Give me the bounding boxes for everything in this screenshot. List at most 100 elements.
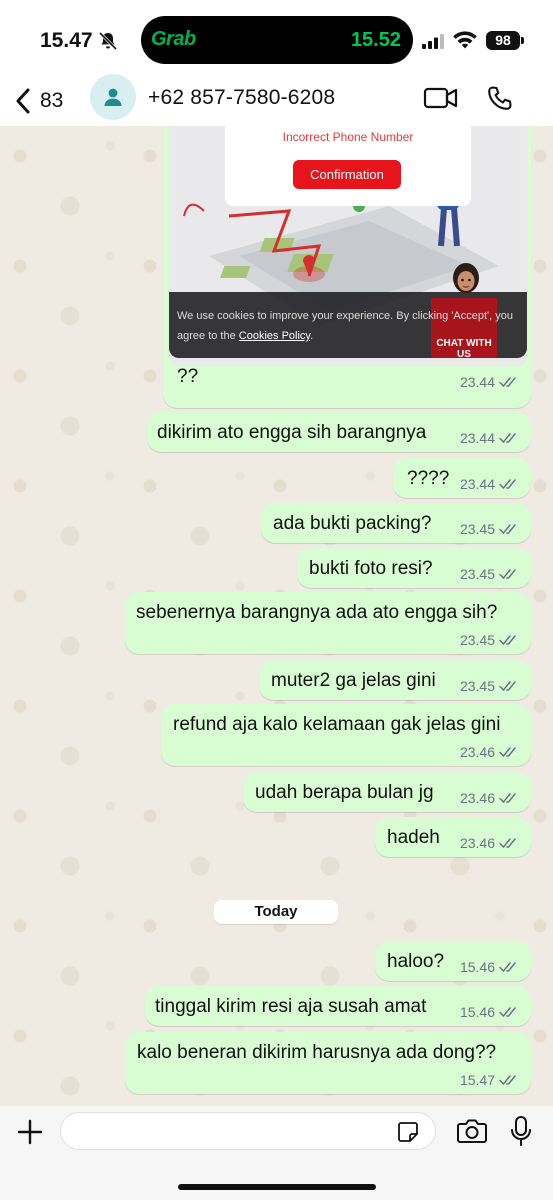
- message-text: muter2 ga jelas gini: [271, 670, 436, 691]
- double-check-icon: [499, 1075, 516, 1086]
- message-bubble[interactable]: ada bukti packing? 23.45: [261, 503, 531, 543]
- double-check-icon: [499, 1007, 516, 1018]
- message-time: 23.45: [459, 521, 495, 537]
- message-bubble[interactable]: muter2 ga jelas gini 23.45: [259, 660, 531, 700]
- chat-header: 83 +62 857-7580-6208: [0, 74, 553, 126]
- message-text: sebenernya barangnya ada ato engga sih?: [136, 602, 498, 623]
- image-message-bubble[interactable]: Incorrect Phone Number Confirmation CHAT…: [163, 126, 531, 408]
- message-meta: 23.45: [460, 566, 519, 582]
- message-bubble[interactable]: haloo? 15.46: [375, 941, 531, 981]
- message-meta: 23.45: [460, 521, 519, 537]
- message-text: dikirim ato engga sih barangnya: [157, 422, 427, 443]
- message-meta: 23.46: [460, 744, 519, 760]
- double-check-icon: [499, 524, 516, 535]
- phone-icon[interactable]: [486, 84, 514, 112]
- message-time: 23.46: [459, 835, 495, 851]
- message-bubble[interactable]: bukti foto resi? 23.45: [297, 548, 531, 588]
- cookie-text: We use cookies to improve your experienc…: [177, 306, 513, 346]
- screenshot-image[interactable]: Incorrect Phone Number Confirmation CHAT…: [169, 126, 527, 366]
- double-check-icon: [499, 681, 516, 692]
- message-meta: 23.46: [460, 835, 519, 851]
- message-bubble[interactable]: ???? 23.44: [393, 458, 531, 498]
- message-text: ????: [407, 468, 450, 489]
- message-meta: 15.47: [460, 1072, 519, 1088]
- message-meta: 15.46: [460, 1004, 519, 1020]
- message-time: 23.45: [459, 678, 495, 694]
- message-time: 15.47: [459, 1072, 495, 1088]
- error-modal: Incorrect Phone Number Confirmation: [225, 126, 471, 206]
- message-time: 23.46: [459, 744, 495, 760]
- double-check-icon: [499, 433, 516, 444]
- day-separator: Today: [214, 900, 338, 924]
- message-meta: 23.45: [460, 632, 519, 648]
- message-text: ??: [177, 366, 199, 387]
- cookie-banner: CHAT WITH US We use cookies to improve y…: [169, 263, 527, 360]
- message-time: 15.46: [459, 959, 495, 975]
- input-bar: [0, 1106, 553, 1200]
- double-check-icon: [499, 635, 516, 646]
- message-meta: 23.44: [460, 430, 519, 446]
- wifi-icon: [453, 31, 477, 49]
- message-meta: 23.45: [460, 678, 519, 694]
- message-time: 23.44: [459, 374, 495, 390]
- person-icon: [104, 88, 122, 106]
- cookie-text-end: .: [310, 330, 314, 342]
- message-text: refund aja kalo kelamaan gak jelas gini: [173, 714, 501, 735]
- message-bubble[interactable]: tinggal kirim resi aja susah amat 15.46: [145, 986, 531, 1026]
- mic-icon[interactable]: [509, 1115, 533, 1147]
- double-check-icon: [499, 479, 516, 490]
- message-text: hadeh: [387, 827, 440, 848]
- double-check-icon: [499, 962, 516, 973]
- back-button[interactable]: 83: [14, 84, 63, 118]
- status-time: 15.47: [40, 29, 93, 52]
- camera-icon[interactable]: [456, 1117, 488, 1145]
- home-indicator: [178, 1184, 376, 1190]
- chat-area[interactable]: Incorrect Phone Number Confirmation CHAT…: [0, 126, 553, 1106]
- message-bubble[interactable]: sebenernya barangnya ada ato engga sih? …: [125, 592, 531, 654]
- message-bubble[interactable]: kalo beneran dikirim harusnya ada dong??…: [125, 1032, 531, 1094]
- unread-count: 83: [40, 89, 64, 112]
- bell-slash-icon: [98, 31, 118, 51]
- battery-tip: [521, 37, 524, 44]
- message-text: tinggal kirim resi aja susah amat: [155, 996, 427, 1017]
- message-time: 15.46: [459, 1004, 495, 1020]
- confirmation-button: Confirmation: [293, 160, 401, 189]
- message-bubble[interactable]: hadeh 23.46: [375, 817, 531, 857]
- message-text: ada bukti packing?: [273, 513, 432, 534]
- status-bar: 15.47 Grab 15.52 98: [0, 0, 553, 80]
- message-time: 23.44: [459, 430, 495, 446]
- dynamic-island[interactable]: Grab 15.52: [141, 16, 413, 64]
- sticker-icon[interactable]: [396, 1120, 420, 1144]
- double-check-icon: [499, 747, 516, 758]
- video-icon[interactable]: [423, 85, 459, 111]
- message-bubble[interactable]: refund aja kalo kelamaan gak jelas gini …: [161, 704, 531, 766]
- message-meta: 23.44: [460, 374, 519, 390]
- message-text: kalo beneran dikirim harusnya ada dong??: [137, 1042, 497, 1063]
- contact-name[interactable]: +62 857-7580-6208: [148, 86, 335, 110]
- message-input[interactable]: [60, 1112, 436, 1150]
- message-text: udah berapa bulan jg: [255, 782, 434, 803]
- message-time: 23.45: [459, 632, 495, 648]
- message-text: haloo?: [387, 951, 445, 972]
- double-check-icon: [499, 793, 516, 804]
- battery-level: 98: [486, 31, 520, 50]
- double-check-icon: [499, 569, 516, 580]
- message-meta: 23.46: [460, 790, 519, 806]
- message-bubble[interactable]: udah berapa bulan jg 23.46: [243, 772, 531, 812]
- message-meta: 23.44: [460, 476, 519, 492]
- message-text: bukti foto resi?: [309, 558, 433, 579]
- cookie-text-body: We use cookies to improve your experienc…: [177, 310, 513, 342]
- message-time: 23.45: [459, 566, 495, 582]
- grab-logo: Grab: [151, 28, 196, 50]
- signal-icon: [422, 34, 444, 49]
- double-check-icon: [499, 377, 516, 388]
- cookie-policy-link: Cookies Policy: [238, 330, 311, 342]
- message-time: 23.46: [459, 790, 495, 806]
- message-meta: 15.46: [460, 959, 519, 975]
- plus-icon[interactable]: [16, 1118, 44, 1146]
- error-text: Incorrect Phone Number: [282, 130, 414, 144]
- message-bubble[interactable]: dikirim ato engga sih barangnya 23.44: [147, 412, 531, 452]
- back-chevron-icon: [16, 88, 30, 114]
- avatar[interactable]: [90, 74, 136, 120]
- island-time: 15.52: [350, 29, 401, 51]
